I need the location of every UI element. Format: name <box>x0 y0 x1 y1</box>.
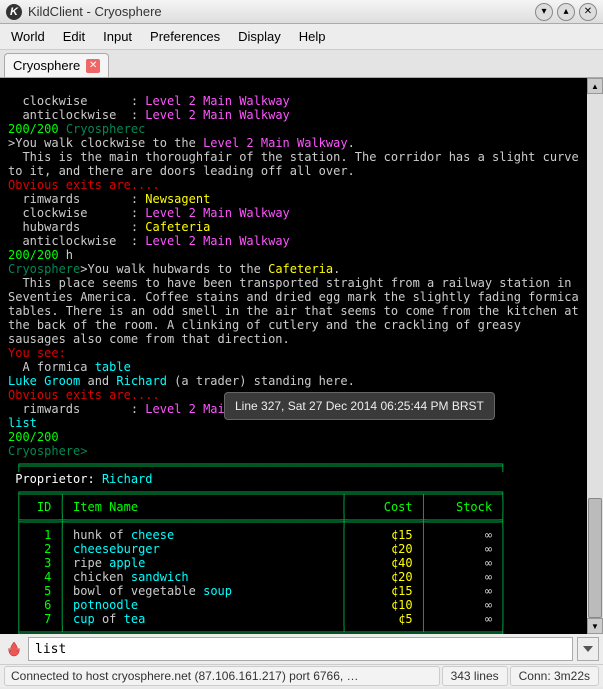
menu-preferences[interactable]: Preferences <box>141 26 229 47</box>
scrollbar[interactable]: ▲ ▼ <box>587 78 603 634</box>
minimize-button[interactable]: ▾ <box>535 3 553 21</box>
tab-close-icon[interactable]: ✕ <box>86 59 100 73</box>
close-button[interactable]: ✕ <box>579 3 597 21</box>
status-lines: 343 lines <box>442 666 508 686</box>
tab-label: Cryosphere <box>13 58 80 73</box>
menu-edit[interactable]: Edit <box>54 26 94 47</box>
scroll-thumb[interactable] <box>588 498 602 618</box>
tab-cryosphere[interactable]: Cryosphere ✕ <box>4 53 109 77</box>
tabbar: Cryosphere ✕ <box>0 50 603 78</box>
terminal[interactable]: clockwise : Level 2 Main Walkway anticlo… <box>0 78 587 634</box>
menu-world[interactable]: World <box>2 26 54 47</box>
menubar: World Edit Input Preferences Display Hel… <box>0 24 603 50</box>
titlebar: K KildClient - Cryosphere ▾ ▴ ✕ <box>0 0 603 24</box>
status-connection: Connected to host cryosphere.net (87.106… <box>4 666 440 686</box>
scroll-down-button[interactable]: ▼ <box>587 618 603 634</box>
menu-input[interactable]: Input <box>94 26 141 47</box>
scroll-up-button[interactable]: ▲ <box>587 78 603 94</box>
history-dropdown-button[interactable] <box>577 637 599 661</box>
input-row <box>0 634 603 664</box>
window-title: KildClient - Cryosphere <box>28 4 531 19</box>
menu-display[interactable]: Display <box>229 26 290 47</box>
tooltip: Line 327, Sat 27 Dec 2014 06:25:44 PM BR… <box>224 392 495 420</box>
terminal-wrap: clockwise : Level 2 Main Walkway anticlo… <box>0 78 603 634</box>
app-icon: K <box>6 4 22 20</box>
send-icon[interactable] <box>4 639 24 659</box>
statusbar: Connected to host cryosphere.net (87.106… <box>0 664 603 687</box>
status-time: Conn: 3m22s <box>510 666 599 686</box>
maximize-button[interactable]: ▴ <box>557 3 575 21</box>
menu-help[interactable]: Help <box>290 26 335 47</box>
scroll-track[interactable] <box>587 94 603 618</box>
command-input[interactable] <box>28 637 573 661</box>
